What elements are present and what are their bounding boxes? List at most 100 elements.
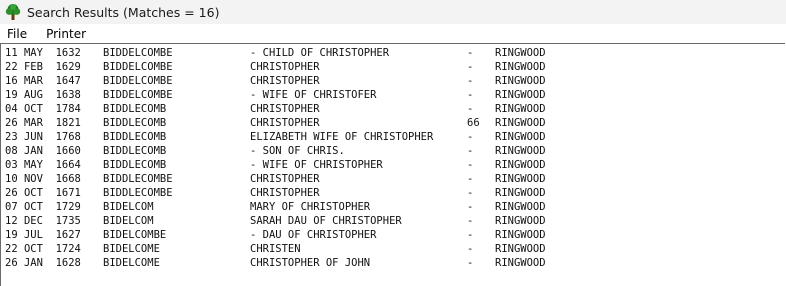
result-age: - [467,173,474,185]
result-surname: BIDDLECOMB [103,117,167,129]
result-place: RINGWOOD [495,187,546,199]
result-surname: BIDDELCOMBE [103,61,173,73]
result-row[interactable]: 23 JUN 1768 BIDDLECOMB ELIZABETH WIFE OF C… [5,130,775,144]
result-age: 66 [467,117,480,129]
window-title: Search Results (Matches = 16) [27,4,220,20]
result-date: 03 MAY 1664 [5,159,81,171]
result-row[interactable]: 08 JAN 1660 BIDDLECOMB - SON OF CHRIS. - RIN… [5,144,775,158]
menu-file[interactable]: File [0,27,40,41]
result-place: RINGWOOD [495,145,546,157]
result-description: - SON OF CHRIS. [250,145,345,157]
result-surname: BIDDLECOMB [103,159,167,171]
title-bar[interactable]: Search Results (Matches = 16) [0,0,786,24]
result-description: - DAU OF CHRISTOPHER [250,229,377,241]
result-age: - [467,215,474,227]
result-row[interactable]: 22 OCT 1724 BIDELCOME CHRISTEN - RINGWOOD [5,242,775,256]
result-age: - [467,229,474,241]
result-age: - [467,159,474,171]
result-date: 19 AUG 1638 [5,89,81,101]
result-row[interactable]: 03 MAY 1664 BIDDLECOMB - WIFE OF CHRISTOPH… [5,158,775,172]
result-row[interactable]: 26 OCT 1671 BIDDLECOMBE CHRISTOPHER - RINGWO… [5,186,775,200]
result-surname: BIDDELCOMBE [103,47,173,59]
result-date: 19 JUL 1627 [5,229,81,241]
result-description: CHRISTOPHER [250,187,320,199]
result-surname: BIDDLECOMBE [103,173,173,185]
result-place: RINGWOOD [495,89,546,101]
result-surname: BIDELCOME [103,243,160,255]
result-age: - [467,89,474,101]
result-row[interactable]: 07 OCT 1729 BIDELCOM MARY OF CHRISTOPHER - R… [5,200,775,214]
results-list: 11 MAY 1632 BIDDELCOMBE - CHILD OF CHRISTO… [5,46,775,270]
result-date: 12 DEC 1735 [5,215,81,227]
result-age: - [467,257,474,269]
result-surname: BIDELCOMBE [103,229,167,241]
result-description: CHRISTOPHER [250,173,320,185]
result-place: RINGWOOD [495,131,546,143]
result-description: - CHILD OF CHRISTOPHER [250,47,390,59]
tree-icon [5,4,21,20]
result-place: RINGWOOD [495,243,546,255]
result-age: - [467,75,474,87]
result-date: 04 OCT 1784 [5,103,81,115]
result-place: RINGWOOD [495,201,546,213]
result-age: - [467,61,474,73]
menu-bar: File Printer [0,24,786,43]
result-age: - [467,201,474,213]
result-age: - [467,131,474,143]
result-description: SARAH DAU OF CHRISTOPHER [250,215,402,227]
result-description: CHRISTOPHER [250,117,320,129]
result-age: - [467,243,474,255]
result-row[interactable]: 19 JUL 1627 BIDELCOMBE - DAU OF CHRISTOPHE… [5,228,775,242]
result-row[interactable]: 04 OCT 1784 BIDDLECOMB CHRISTOPHER - RINGWOO… [5,102,775,116]
result-row[interactable]: 16 MAR 1647 BIDDELCOMBE CHRISTOPHER - RINGWO… [5,74,775,88]
result-place: RINGWOOD [495,215,546,227]
result-date: 07 OCT 1729 [5,201,81,213]
result-age: - [467,103,474,115]
result-age: - [467,187,474,199]
result-place: RINGWOOD [495,173,546,185]
result-place: RINGWOOD [495,257,546,269]
result-surname: BIDDLECOMB [103,103,167,115]
result-date: 10 NOV 1668 [5,173,81,185]
result-age: - [467,145,474,157]
result-place: RINGWOOD [495,229,546,241]
result-row[interactable]: 11 MAY 1632 BIDDELCOMBE - CHILD OF CHRISTO… [5,46,775,60]
result-description: CHRISTOPHER [250,75,320,87]
result-place: RINGWOOD [495,75,546,87]
result-description: MARY OF CHRISTOPHER [250,201,371,213]
result-row[interactable]: 26 JAN 1628 BIDELCOME CHRISTOPHER OF JOHN -… [5,256,775,270]
result-row[interactable]: 19 AUG 1638 BIDDELCOMBE - WIFE OF CHRISTOF… [5,88,775,102]
result-surname: BIDELCOM [103,201,154,213]
result-description: - WIFE OF CHRISTOPHER [250,159,383,171]
result-date: 11 MAY 1632 [5,47,81,59]
result-surname: BIDDELCOMBE [103,89,173,101]
result-description: - WIFE OF CHRISTOFER [250,89,377,101]
result-place: RINGWOOD [495,159,546,171]
result-row[interactable]: 10 NOV 1668 BIDDLECOMBE CHRISTOPHER - RINGWO… [5,172,775,186]
result-row[interactable]: 12 DEC 1735 BIDELCOM SARAH DAU OF CHRISTOP… [5,214,775,228]
result-description: ELIZABETH WIFE OF CHRISTOPHER [250,131,434,143]
result-description: CHRISTEN [250,243,301,255]
menu-printer[interactable]: Printer [40,27,92,41]
result-place: RINGWOOD [495,61,546,73]
result-description: CHRISTOPHER OF JOHN [250,257,371,269]
result-date: 26 OCT 1671 [5,187,81,199]
result-date: 16 MAR 1647 [5,75,81,87]
result-place: RINGWOOD [495,117,546,129]
result-place: RINGWOOD [495,47,546,59]
result-row[interactable]: 22 FEB 1629 BIDDELCOMBE CHRISTOPHER - RINGWO… [5,60,775,74]
result-age: - [467,47,474,59]
result-description: CHRISTOPHER [250,103,320,115]
result-surname: BIDDLECOMBE [103,187,173,199]
result-surname: BIDDLECOMB [103,145,167,157]
result-date: 08 JAN 1660 [5,145,81,157]
result-row[interactable]: 26 MAR 1821 BIDDLECOMB CHRISTOPHER 66 RINGWO… [5,116,775,130]
result-date: 23 JUN 1768 [5,131,81,143]
result-surname: BIDDLECOMB [103,131,167,143]
result-surname: BIDELCOME [103,257,160,269]
result-surname: BIDELCOM [103,215,154,227]
results-pane[interactable]: 11 MAY 1632 BIDDELCOMBE - CHILD OF CHRISTO… [0,43,785,286]
result-date: 22 OCT 1724 [5,243,81,255]
result-description: CHRISTOPHER [250,61,320,73]
result-date: 26 JAN 1628 [5,257,81,269]
